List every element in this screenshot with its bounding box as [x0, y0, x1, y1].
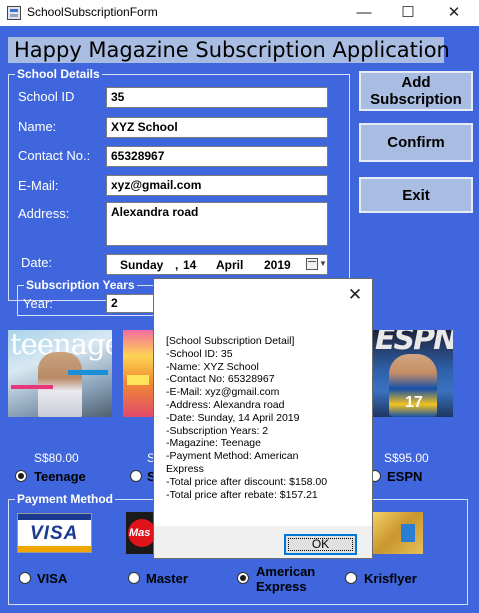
visa-radio[interactable]: [19, 572, 31, 584]
contact-field[interactable]: 65328967: [106, 146, 328, 167]
cover-stripe: [127, 375, 149, 385]
date-label: Date:: [21, 255, 53, 270]
date-separator: ,: [175, 258, 179, 272]
school-id-label: School ID: [18, 89, 75, 104]
espn-magazine-cover[interactable]: ESPN 17: [371, 330, 453, 417]
year-label: Year:: [23, 296, 53, 311]
year-field[interactable]: 2: [106, 294, 154, 313]
address-label: Address:: [18, 206, 70, 221]
teenage-magazine-cover[interactable]: teenage: [8, 330, 112, 417]
visa-logo-top-bar: [18, 514, 91, 520]
master-radio[interactable]: [128, 572, 140, 584]
teenage-price: S$80.00: [34, 451, 79, 465]
close-button[interactable]: ✕: [432, 0, 476, 26]
date-year: 2019: [264, 258, 291, 272]
cover-jersey-number: 17: [405, 394, 423, 411]
confirm-button[interactable]: Confirm: [359, 123, 473, 162]
subscription-detail-dialog: ✕ [School Subscription Detail] -School I…: [153, 278, 373, 559]
dialog-close-button[interactable]: ✕: [340, 283, 370, 307]
visa-logo: VISA: [17, 513, 92, 553]
dialog-line: -Subscription Years: 2: [166, 424, 269, 437]
dialog-line: Express: [166, 463, 204, 475]
espn-radio-label: ESPN: [387, 469, 423, 484]
add-subscription-button[interactable]: Add Subscription: [359, 71, 473, 111]
cover-headline-bar: [11, 385, 53, 389]
payment-method-legend: Payment Method: [15, 492, 116, 506]
second-magazine-radio[interactable]: [130, 470, 142, 482]
dialog-line: -Total price after rebate: $157.21: [166, 488, 318, 501]
mastercard-logo-text: Mas: [129, 527, 151, 539]
minimize-button[interactable]: —: [342, 0, 386, 26]
form-client-area: Happy Magazine Subscription Application …: [0, 26, 479, 613]
american-express-logo: [371, 512, 423, 554]
amex-badge: [401, 524, 415, 542]
dialog-line: -Contact No: 65328967: [166, 373, 275, 386]
dialog-line: -Payment Method: American: [166, 450, 299, 463]
teenage-radio[interactable]: [15, 470, 27, 482]
dialog-line: [School Subscription Detail]: [166, 335, 295, 347]
date-day: 14: [183, 258, 197, 272]
app-icon: [7, 6, 21, 20]
school-details-legend: School Details: [15, 67, 102, 81]
date-weekday: Sunday: [120, 258, 164, 272]
email-field[interactable]: xyz@gmail.com: [106, 175, 328, 196]
address-field[interactable]: Alexandra road: [106, 202, 328, 246]
american-express-label-line1: American: [256, 564, 316, 579]
app-title: Happy Magazine Subscription Application: [8, 37, 450, 63]
name-field[interactable]: XYZ School: [106, 117, 328, 138]
dialog-line: -School ID: 35: [166, 347, 233, 360]
master-radio-label: Master: [146, 571, 188, 586]
date-picker[interactable]: Sunday , 14 April 2019 ▼: [106, 254, 328, 275]
exit-button[interactable]: Exit: [359, 177, 473, 213]
dialog-line: -Magazine: Teenage: [166, 437, 261, 450]
date-month: April: [216, 258, 244, 272]
visa-radio-label: VISA: [37, 571, 68, 586]
mastercard-logo: Mas: [126, 512, 154, 554]
krisflyer-radio[interactable]: [345, 572, 357, 584]
american-express-radio[interactable]: [237, 572, 249, 584]
contact-label: Contact No.:: [18, 148, 91, 163]
email-label: E-Mail:: [18, 178, 59, 193]
second-magazine-cover[interactable]: [123, 330, 153, 417]
cover-headline-bar-2: [68, 370, 108, 375]
dialog-line: -Address: Alexandra road: [166, 399, 285, 411]
dialog-line: -E-Mail: xyz@gmail.com: [166, 386, 280, 399]
chevron-down-icon[interactable]: ▼: [319, 258, 327, 270]
krisflyer-radio-label: Krisflyer: [364, 571, 417, 586]
window-title: SchoolSubscriptionForm: [27, 5, 158, 19]
dialog-footer: OK: [154, 526, 372, 558]
american-express-radio-label: American Express: [256, 564, 315, 594]
ok-button[interactable]: OK: [284, 534, 357, 555]
teenage-radio-label: Teenage: [34, 469, 86, 484]
visa-logo-bottom-bar: [18, 546, 91, 552]
subscription-years-legend: Subscription Years: [24, 278, 137, 292]
school-id-field[interactable]: 35: [106, 87, 328, 108]
espn-masthead: ESPN: [375, 330, 453, 357]
american-express-label-line2: Express: [256, 579, 307, 594]
espn-price: S$95.00: [384, 451, 429, 465]
window-titlebar: SchoolSubscriptionForm — ☐ ✕: [0, 0, 479, 26]
visa-logo-text: VISA: [30, 523, 79, 544]
dialog-line: -Total price after discount: $158.00: [166, 475, 328, 488]
dialog-line: -Name: XYZ School: [166, 360, 259, 373]
calendar-icon[interactable]: [306, 258, 318, 270]
dialog-line: -Date: Sunday, 14 April 2019: [166, 411, 300, 424]
maximize-button[interactable]: ☐: [386, 0, 430, 26]
name-label: Name:: [18, 119, 57, 134]
